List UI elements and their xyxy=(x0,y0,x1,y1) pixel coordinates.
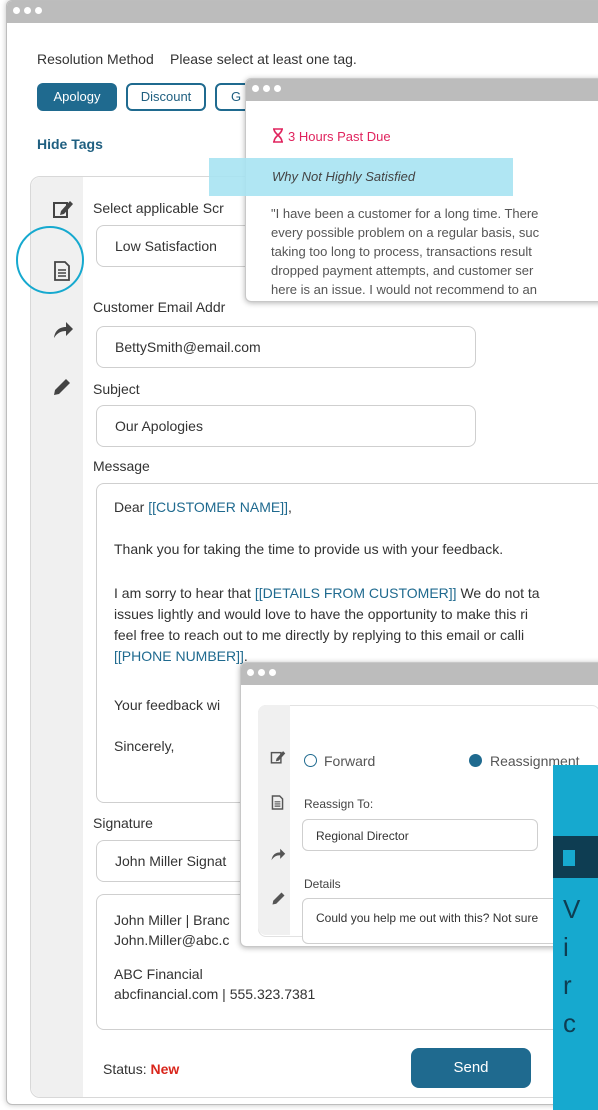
status-value: New xyxy=(150,1061,180,1077)
feedback-line-3: taking too long to process, transactions… xyxy=(271,244,532,259)
p2-prefix: I am sorry to hear that xyxy=(114,585,255,601)
feedback-popup-titlebar xyxy=(246,79,598,101)
teal-card-text: V i r c xyxy=(563,890,580,1042)
script-select[interactable]: Low Satisfaction xyxy=(96,225,266,267)
main-titlebar xyxy=(7,1,598,23)
p2-line3: feel free to reach out to me directly by… xyxy=(114,627,525,643)
email-label: Customer Email Addr xyxy=(93,299,226,315)
hourglass-icon xyxy=(272,128,284,148)
compose-icon[interactable] xyxy=(52,198,74,220)
resolution-method-label: Resolution Method xyxy=(37,51,154,67)
subject-label: Subject xyxy=(93,381,140,397)
greeting-suffix: , xyxy=(288,499,292,515)
tag-discount-button[interactable]: Discount xyxy=(126,83,206,111)
resolution-hint: Please select at least one tag. xyxy=(170,51,357,67)
tag-apology-button[interactable]: Apology xyxy=(37,83,117,111)
feedback-heading: Why Not Highly Satisfied xyxy=(272,169,416,184)
signature-line-3: ABC Financial xyxy=(114,966,203,982)
panel-sidebar xyxy=(31,177,83,1097)
assign-compose-icon[interactable] xyxy=(270,749,286,770)
assign-document-icon[interactable] xyxy=(271,795,284,815)
pencil-icon[interactable] xyxy=(52,377,72,397)
p2-line2: issues lightly and would love to have th… xyxy=(114,606,529,622)
feedback-text: "I have been a customer for a long time.… xyxy=(271,204,598,299)
document-icon[interactable] xyxy=(53,261,71,281)
status: Status: New xyxy=(103,1061,179,1077)
details-placeholder: [[DETAILS FROM CUSTOMER]] xyxy=(254,585,457,601)
message-label: Message xyxy=(93,458,150,474)
message-paragraph-3: Your feedback wi xyxy=(114,697,221,713)
reassign-field[interactable]: Regional Director xyxy=(302,819,538,851)
forward-label: Forward xyxy=(324,753,376,769)
script-label: Select applicable Scr xyxy=(93,200,224,216)
message-closing: Sincerely, xyxy=(114,738,175,754)
feedback-line-1: "I have been a customer for a long time.… xyxy=(271,206,539,221)
feedback-line-2: every possible problem on a regular basi… xyxy=(271,225,540,240)
reassignment-radio[interactable] xyxy=(469,754,482,767)
feedback-line-5: here is an issue. I would not recommend … xyxy=(271,282,537,297)
teal-card: V i r c xyxy=(553,765,598,1110)
message-greeting: Dear [[CUSTOMER NAME]], xyxy=(114,499,292,515)
feedback-line-4: dropped payment attempts, and customer s… xyxy=(271,263,534,278)
subject-value: Our Apologies xyxy=(115,418,203,434)
forward-arrow-icon[interactable] xyxy=(52,321,74,339)
script-value: Low Satisfaction xyxy=(115,238,217,254)
window-controls[interactable] xyxy=(13,7,42,14)
message-paragraph-2: I am sorry to hear that [[DETAILS FROM C… xyxy=(114,583,540,667)
hide-tags-link[interactable]: Hide Tags xyxy=(37,136,103,152)
assign-forward-icon[interactable] xyxy=(270,848,286,866)
due-label: 3 Hours Past Due xyxy=(288,129,391,144)
customer-name-placeholder: [[CUSTOMER NAME]] xyxy=(148,499,288,515)
subject-field[interactable]: Our Apologies xyxy=(96,405,476,447)
assign-popup-titlebar xyxy=(241,663,598,685)
reassign-value: Regional Director xyxy=(316,829,409,843)
forward-radio[interactable] xyxy=(304,754,317,767)
teal-card-header xyxy=(553,836,598,878)
phone-placeholder: [[PHONE NUMBER]] xyxy=(114,648,244,664)
p2-suffix: We do not ta xyxy=(456,585,540,601)
details-value: Could you help me out with this? Not sur… xyxy=(316,911,539,925)
feedback-popup-controls[interactable] xyxy=(252,85,281,92)
teal-card-header-mark xyxy=(563,850,575,866)
signature-value: John Miller Signat xyxy=(115,853,227,869)
assign-popup-controls[interactable] xyxy=(247,669,276,676)
teal-card-letter-3: r xyxy=(563,970,572,1000)
active-icon-highlight-ring xyxy=(16,226,84,294)
email-field[interactable]: BettySmith@email.com xyxy=(96,326,476,368)
signature-line-4: abcfinancial.com | 555.323.7381 xyxy=(114,986,316,1002)
status-label: Status: xyxy=(103,1061,151,1077)
teal-card-letter-1: V xyxy=(563,894,581,924)
email-value: BettySmith@email.com xyxy=(115,339,261,355)
reassign-label: Reassign To: xyxy=(304,797,374,811)
teal-card-letter-2: i xyxy=(563,932,569,962)
assign-pencil-icon[interactable] xyxy=(271,891,286,911)
send-button[interactable]: Send xyxy=(411,1048,531,1088)
details-label: Details xyxy=(304,877,341,891)
message-paragraph-1: Thank you for taking the time to provide… xyxy=(114,541,504,557)
greeting-prefix: Dear xyxy=(114,499,149,515)
teal-card-letter-4: c xyxy=(563,1008,576,1038)
signature-label: Signature xyxy=(93,815,153,831)
